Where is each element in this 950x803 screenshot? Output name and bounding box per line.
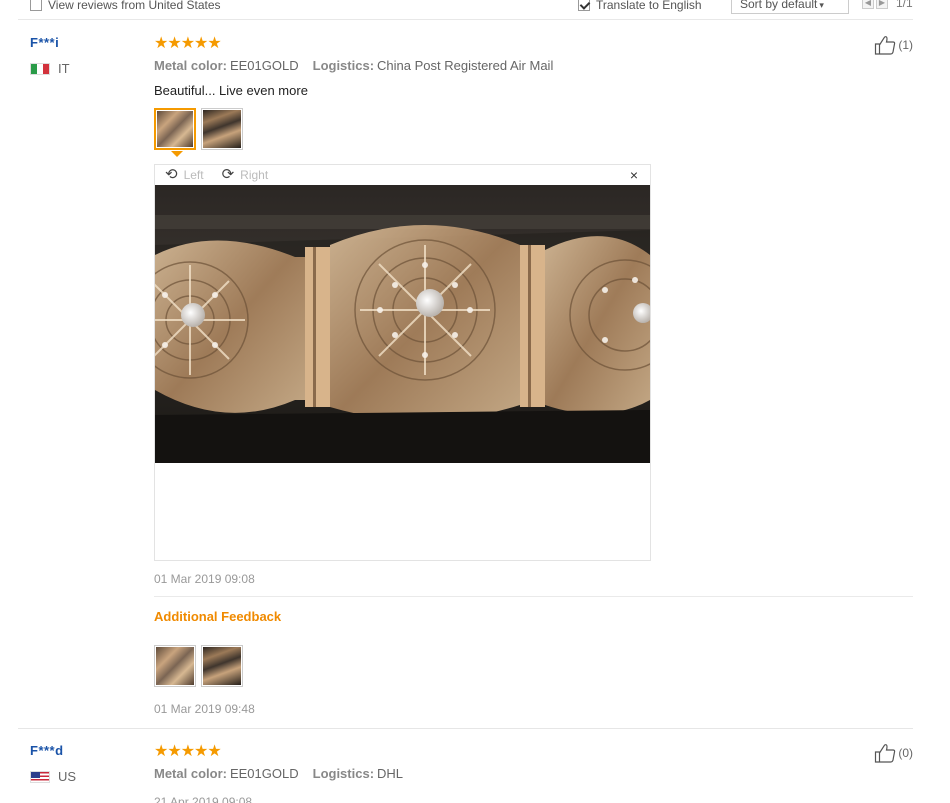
- additional-feedback-photos: [154, 645, 243, 687]
- review-photo-thumbnail[interactable]: [201, 108, 243, 150]
- helpful-button[interactable]: (1): [874, 35, 913, 55]
- star-rating: ★★★★★: [154, 743, 222, 760]
- italy-flag-icon: [30, 62, 50, 75]
- review-attributes: Metal color: EE01GOLD Logistics: China Pos…: [154, 58, 553, 73]
- review-photo-thumbnail[interactable]: [154, 645, 196, 687]
- close-icon[interactable]: ×: [630, 167, 638, 183]
- metal-color-attr: Metal color: EE01GOLD: [154, 766, 299, 781]
- belt-photo: [203, 110, 241, 148]
- view-from-label: View reviews from United States: [48, 0, 221, 12]
- review-date: 21 Apr 2019 09:08: [154, 795, 253, 803]
- rotate-right-label[interactable]: Right: [240, 168, 268, 182]
- helpful-count: (1): [898, 38, 913, 52]
- logistics-attr: Logistics: DHL: [312, 766, 404, 781]
- additional-feedback-title: Additional Feedback: [154, 609, 282, 624]
- rotate-left-icon[interactable]: ⟲: [165, 167, 178, 182]
- star-rating: ★★★★★: [154, 35, 222, 52]
- view-from-filter[interactable]: View reviews from United States: [30, 0, 221, 12]
- review-photo-thumbnail[interactable]: [201, 645, 243, 687]
- helpful-button[interactable]: (0): [874, 743, 913, 763]
- reviewer-country: US: [30, 769, 76, 784]
- belt-photo: [157, 111, 193, 147]
- viewer-toolbar: ⟲ Left ⟳ Right ×: [155, 165, 650, 185]
- chevron-down-icon: ▾: [819, 0, 824, 10]
- reviewer-country: IT: [30, 61, 70, 76]
- review-date: 01 Mar 2019 09:08: [154, 572, 255, 586]
- prev-page-button[interactable]: ◀: [862, 0, 874, 9]
- review-photos: [154, 108, 243, 157]
- pagination: ◀ ▶ 1/1: [862, 0, 913, 10]
- translate-toggle[interactable]: Translate to English: [578, 0, 702, 12]
- belt-photo: [156, 647, 194, 685]
- translate-label: Translate to English: [596, 0, 702, 12]
- translate-checkbox[interactable]: [578, 0, 590, 11]
- country-code: IT: [58, 61, 70, 76]
- metal-color-attr: Metal color: EE01GOLD: [154, 58, 299, 73]
- country-code: US: [58, 769, 77, 784]
- reviewer-name: F***d: [30, 743, 64, 758]
- belt-photo-illustration: [155, 185, 650, 463]
- thumbs-up-icon: [874, 35, 896, 55]
- view-from-checkbox[interactable]: [30, 0, 42, 11]
- rotate-left-label[interactable]: Left: [184, 168, 204, 182]
- review-toolbar: View reviews from United States Translat…: [18, 0, 913, 20]
- logistics-attr: Logistics: China Post Registered Air Mail: [312, 58, 554, 73]
- review-attributes: Metal color: EE01GOLD Logistics: DHL: [154, 766, 403, 781]
- thumbs-up-icon: [874, 743, 896, 763]
- page-indicator: 1/1: [896, 0, 913, 10]
- additional-feedback-date: 01 Mar 2019 09:48: [154, 702, 255, 716]
- next-page-button[interactable]: ▶: [876, 0, 888, 9]
- selected-indicator: [171, 151, 183, 157]
- enlarged-review-photo: [155, 185, 650, 463]
- review-separator: [18, 728, 913, 729]
- belt-photo: [203, 647, 241, 685]
- helpful-count: (0): [898, 746, 913, 760]
- us-flag-icon: [30, 770, 50, 783]
- photo-viewer: ⟲ Left ⟳ Right ×: [154, 164, 651, 561]
- review-photo-thumbnail[interactable]: [154, 108, 196, 157]
- divider: [154, 596, 913, 597]
- reviewer-name: F***i: [30, 35, 60, 50]
- review-text: Beautiful... Live even more: [154, 83, 308, 98]
- sort-dropdown[interactable]: Sort by default ▾: [731, 0, 849, 14]
- rotate-right-icon[interactable]: ⟳: [222, 167, 235, 182]
- sort-label: Sort by default: [740, 0, 818, 11]
